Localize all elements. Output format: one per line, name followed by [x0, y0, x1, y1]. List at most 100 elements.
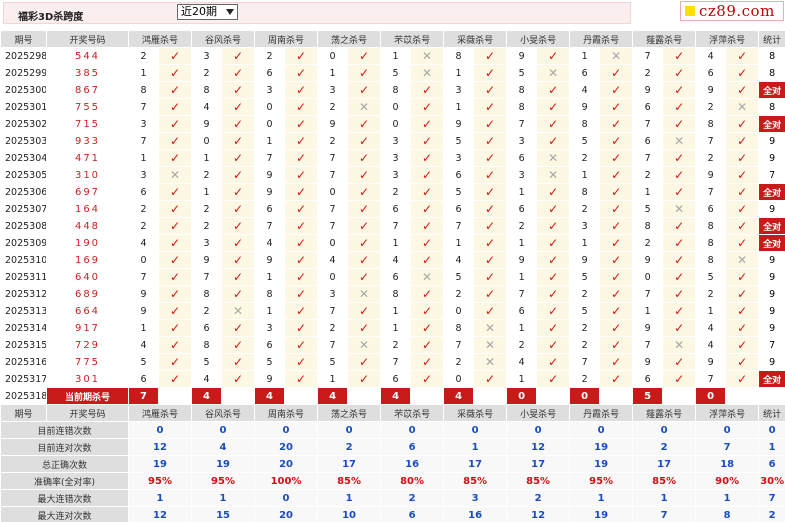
draw-number-cell: 775: [46, 353, 129, 371]
check-icon: ✓: [725, 268, 760, 286]
check-icon: ✓: [536, 183, 571, 201]
current-kill-number: 0: [569, 387, 601, 405]
check-icon: ✓: [221, 115, 256, 133]
check-icon: ✓: [221, 132, 256, 150]
stat-value: 0: [191, 421, 256, 439]
kill-number-cell: 8: [695, 234, 727, 252]
period-cell: 2025314: [0, 319, 47, 337]
stat-value: 12: [506, 506, 571, 522]
period-cell: 2025300: [0, 81, 47, 99]
check-icon: ✓: [347, 319, 382, 337]
check-icon: ✓: [662, 285, 697, 303]
kill-number-cell: 9: [191, 115, 223, 133]
count-cell: 全对: [758, 81, 785, 99]
stat-row: 目前连错次数 0 0 0 0 0 0 0 0 0 0 0: [0, 421, 785, 439]
current-kill-number: 4: [317, 387, 349, 405]
kill-number-cell: 2: [317, 98, 349, 116]
check-icon: ✓: [662, 183, 697, 201]
check-icon: ✓: [410, 200, 445, 218]
kill-number-cell: 0: [317, 268, 349, 286]
check-icon: ✓: [662, 149, 697, 167]
stat-value: 2: [380, 489, 445, 507]
check-icon: ✓: [536, 319, 571, 337]
table-row: 2025305 310 3 ✕ 2 ✓ 9 ✓ 7 ✓ 3 ✓ 6 ✓ 3 ✕ 1 ✓ 2 ✓ 9 ✓ 7: [0, 166, 785, 184]
kill-number-cell: 1: [632, 183, 664, 201]
kill-number-cell: 6: [506, 200, 538, 218]
check-icon: ✓: [725, 302, 760, 320]
kill-number-cell: 2: [695, 98, 727, 116]
kill-number-cell: 2: [191, 200, 223, 218]
kill-number-cell: 2: [695, 149, 727, 167]
kill-number-cell: 9: [632, 81, 664, 99]
kill-number-cell: 6: [128, 183, 159, 201]
check-icon: ✓: [599, 115, 634, 133]
column-header-expert: 小旻杀号: [506, 404, 571, 422]
kill-number-cell: 1: [254, 132, 286, 150]
kill-number-cell: 8: [695, 115, 727, 133]
kill-number-cell: 3: [380, 149, 412, 167]
count-cell: 8: [758, 47, 785, 65]
check-icon: ✓: [599, 166, 634, 184]
period-range-select[interactable]: 近20期: [177, 4, 238, 20]
period-cell: 2025310: [0, 251, 47, 269]
current-kill-number: 4: [380, 387, 412, 405]
kill-number-cell: 9: [128, 285, 159, 303]
draw-number-cell: 301: [46, 370, 129, 388]
stat-value: 2: [632, 438, 697, 456]
cross-icon: ✕: [410, 47, 445, 65]
kill-number-cell: 1: [128, 64, 159, 82]
column-header-expert: 谷风杀号: [191, 404, 256, 422]
kill-number-cell: 4: [569, 81, 601, 99]
kill-number-cell: 3: [506, 132, 538, 150]
check-icon: ✓: [599, 64, 634, 82]
stat-row: 最大连对次数 12 15 20 10 6 16 12 19 7 8 2: [0, 506, 785, 522]
column-header-total: 统计: [758, 404, 785, 422]
check-icon: ✓: [599, 149, 634, 167]
kill-number-cell: 8: [380, 81, 412, 99]
check-icon: ✓: [284, 319, 319, 337]
check-icon: ✓: [662, 319, 697, 337]
column-header-expert: 芣苡杀号: [380, 404, 445, 422]
kill-number-cell: 6: [380, 200, 412, 218]
count-cell: 9: [758, 200, 785, 218]
column-header-expert: 采薇杀号: [443, 404, 508, 422]
stat-value: 17: [317, 455, 382, 473]
kill-number-cell: 1: [191, 149, 223, 167]
cross-icon: ✕: [473, 353, 508, 371]
stat-value: 1: [317, 489, 382, 507]
check-icon: ✓: [725, 353, 760, 371]
draw-number-cell: 867: [46, 81, 129, 99]
table-row: 2025315 729 4 ✓ 8 ✓ 6 ✓ 7 ✕ 2 ✓ 7 ✕ 2 ✓ 2 ✓ 7 ✕ 4 ✓ 7: [0, 336, 785, 354]
check-icon: ✓: [347, 149, 382, 167]
stat-total: 1: [758, 438, 785, 456]
stat-value: 19: [569, 506, 634, 522]
kill-number-cell: 2: [443, 285, 475, 303]
kill-number-cell: 1: [443, 98, 475, 116]
stat-row: 准确率(全对率) 95% 95% 100% 85% 80% 85% 85% 95% 85% 90% 3…: [0, 472, 785, 490]
check-icon: ✓: [599, 234, 634, 252]
check-icon: ✓: [284, 81, 319, 99]
kill-number-cell: 6: [380, 370, 412, 388]
check-icon: ✓: [347, 353, 382, 371]
stat-value: 85%: [443, 472, 508, 490]
check-icon: ✓: [284, 234, 319, 252]
stat-value: 18: [695, 455, 760, 473]
kill-number-cell: 1: [443, 234, 475, 252]
cross-icon: ✕: [473, 336, 508, 354]
check-icon: ✓: [662, 234, 697, 252]
period-cell: 2025305: [0, 166, 47, 184]
kill-number-cell: 0: [254, 98, 286, 116]
check-icon: ✓: [347, 217, 382, 235]
check-icon: ✓: [599, 251, 634, 269]
kill-number-cell: 6: [506, 149, 538, 167]
check-icon: ✓: [725, 166, 760, 184]
stat-value: 90%: [695, 472, 760, 490]
check-icon: ✓: [725, 285, 760, 303]
kill-number-cell: 7: [317, 166, 349, 184]
check-icon: ✓: [157, 183, 193, 201]
check-icon: ✓: [725, 149, 760, 167]
column-header-expert: 小旻杀号: [506, 30, 571, 48]
stat-value: 0: [632, 421, 697, 439]
kill-number-cell: 3: [569, 217, 601, 235]
site-logo[interactable]: cz89.com: [680, 1, 784, 21]
